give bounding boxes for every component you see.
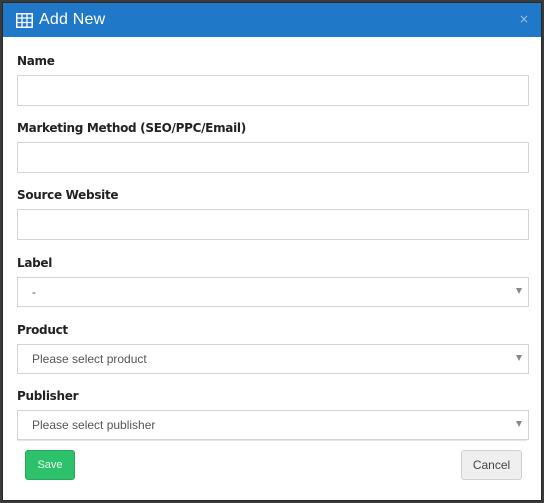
save-button[interactable]: Save (25, 450, 75, 480)
name-input[interactable] (17, 75, 529, 106)
label-group: Label - (17, 256, 529, 307)
source-website-input[interactable] (17, 209, 529, 240)
label-select-value: - (32, 285, 36, 299)
product-label: Product (17, 323, 68, 337)
cancel-button[interactable]: Cancel (461, 450, 522, 480)
publisher-select[interactable]: Please select publisher (17, 410, 529, 440)
marketing-method-group: Marketing Method (SEO/PPC/Email) (17, 121, 529, 173)
chevron-down-icon (516, 288, 522, 294)
add-new-modal: Add New × Name Marketing Method (SEO/PPC… (2, 2, 542, 501)
product-select-value: Please select product (32, 352, 147, 366)
footer-divider (17, 440, 527, 441)
source-website-group: Source Website (17, 188, 529, 240)
publisher-label: Publisher (17, 389, 79, 403)
product-select[interactable]: Please select product (17, 344, 529, 374)
publisher-select-value: Please select publisher (32, 418, 156, 432)
close-icon[interactable]: × (519, 12, 529, 26)
modal-header: Add New × (3, 3, 541, 37)
name-group: Name (17, 54, 529, 106)
marketing-method-input[interactable] (17, 142, 529, 173)
modal-body: Name Marketing Method (SEO/PPC/Email) So… (3, 54, 541, 440)
publisher-group: Publisher Please select publisher (17, 389, 529, 440)
modal-title: Add New (39, 11, 106, 28)
product-group: Product Please select product (17, 323, 529, 374)
table-icon (16, 12, 33, 28)
chevron-down-icon (516, 355, 522, 361)
label-field-label: Label (17, 256, 53, 270)
name-label: Name (17, 54, 55, 68)
chevron-down-icon (516, 421, 522, 427)
marketing-method-label: Marketing Method (SEO/PPC/Email) (17, 121, 246, 135)
label-select[interactable]: - (17, 277, 529, 307)
source-website-label: Source Website (17, 188, 119, 202)
